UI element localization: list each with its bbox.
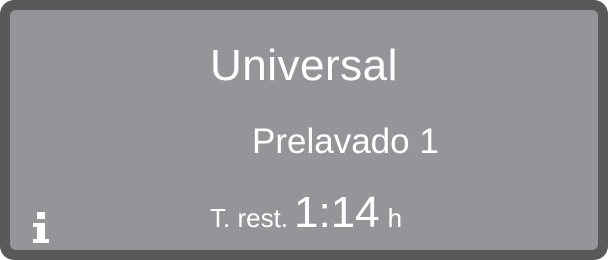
remaining-time-unit: h: [387, 203, 403, 233]
lcd-screen: Universal Prelavado 1 T. rest. 1:14 h: [10, 10, 598, 250]
program-name: Universal: [210, 41, 398, 90]
display-bezel: Universal Prelavado 1 T. rest. 1:14 h: [0, 0, 608, 260]
phase-name: Prelavado 1: [252, 122, 439, 161]
info-icon[interactable]: [30, 210, 52, 244]
remaining-time-label: T. rest.: [210, 203, 289, 233]
remaining-time-value: 1:14: [294, 188, 380, 237]
remaining-time-row: T. rest. 1:14 h: [210, 188, 402, 238]
